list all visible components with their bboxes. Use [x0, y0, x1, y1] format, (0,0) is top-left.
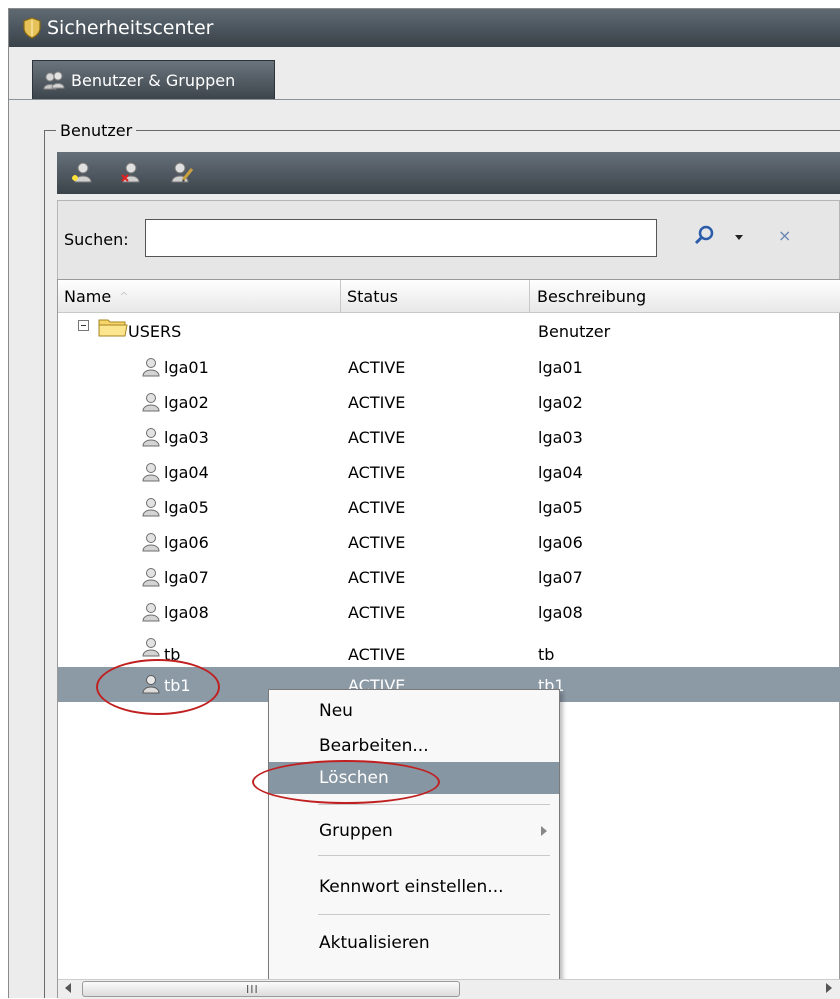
users-group-icon: [43, 71, 65, 89]
column-separator[interactable]: [340, 280, 341, 312]
sort-indicator: ^: [119, 289, 129, 303]
user-name: lga03: [164, 428, 209, 447]
menu-separator: [318, 804, 550, 805]
folder-icon: [98, 319, 128, 337]
user-name: lga08: [164, 603, 209, 622]
user-icon: [142, 358, 160, 377]
delete-user-icon[interactable]: [119, 160, 145, 186]
user-icon: [142, 638, 160, 657]
scroll-right-icon[interactable]: [826, 983, 832, 993]
user-icon: [142, 428, 160, 447]
user-status: ACTIVE: [348, 498, 406, 517]
user-description: lga01: [538, 358, 583, 377]
user-name: lga02: [164, 393, 209, 412]
user-description: lga08: [538, 603, 583, 622]
user-status: ACTIVE: [348, 603, 406, 622]
user-description: tb: [538, 645, 555, 664]
menu-item-bearbeiten[interactable]: Bearbeiten...: [269, 730, 559, 762]
user-name: lga04: [164, 463, 209, 482]
tab-label: Benutzer & Gruppen: [71, 71, 236, 90]
user-name: lga06: [164, 533, 209, 552]
menu-item-gruppen[interactable]: Gruppen: [269, 815, 559, 847]
tab-divider: [9, 99, 840, 100]
user-name: lga01: [164, 358, 209, 377]
edit-user-icon[interactable]: [169, 160, 195, 186]
clear-search-button[interactable]: ×: [778, 226, 791, 245]
chevron-right-icon: [541, 826, 547, 836]
menu-item-kennwort[interactable]: Kennwort einstellen...: [269, 871, 559, 903]
user-icon: [142, 498, 160, 517]
menu-separator: [318, 855, 550, 856]
column-header-status[interactable]: Status: [347, 280, 527, 312]
user-icon: [142, 463, 160, 482]
user-icon: [142, 533, 160, 552]
scrollbar-thumb[interactable]: [82, 981, 460, 997]
user-description: lga06: [538, 533, 583, 552]
user-status: ACTIVE: [348, 358, 406, 377]
chevron-down-icon[interactable]: [733, 231, 745, 243]
folder-description: Benutzer: [538, 322, 611, 341]
scroll-left-icon[interactable]: [65, 983, 71, 993]
column-header-name[interactable]: Name ^: [64, 280, 339, 312]
user-status: ACTIVE: [348, 568, 406, 587]
user-name: lga07: [164, 568, 209, 587]
menu-item-label: Gruppen: [319, 821, 393, 841]
user-name: lga05: [164, 498, 209, 517]
user-status: ACTIVE: [348, 393, 406, 412]
menu-separator: [318, 914, 550, 915]
user-description: lga04: [538, 463, 583, 482]
user-description: lga07: [538, 568, 583, 587]
user-description: lga03: [538, 428, 583, 447]
user-description: lga02: [538, 393, 583, 412]
highlight-ring: [252, 760, 440, 804]
tab-benutzer-gruppen[interactable]: Benutzer & Gruppen: [32, 60, 275, 100]
search-label: Suchen:: [64, 230, 129, 249]
user-toolbar: [57, 152, 840, 194]
menu-item-aktualisieren[interactable]: Aktualisieren: [269, 927, 559, 959]
user-icon: [142, 393, 160, 412]
highlight-ring: [96, 659, 220, 715]
user-status: ACTIVE: [348, 428, 406, 447]
user-status: ACTIVE: [348, 463, 406, 482]
menu-item-neu[interactable]: Neu: [269, 695, 559, 727]
shield-icon: [23, 17, 41, 39]
menu-item-label: Neu: [319, 701, 353, 721]
user-status: ACTIVE: [348, 645, 406, 664]
window-titlebar: Sicherheitscenter: [9, 9, 840, 47]
user-icon: [142, 603, 160, 622]
column-header-beschreibung[interactable]: Beschreibung: [537, 280, 827, 312]
user-icon: [142, 568, 160, 587]
collapse-icon[interactable]: [78, 320, 89, 331]
user-description: lga05: [538, 498, 583, 517]
search-icon[interactable]: [693, 224, 717, 248]
groupbox-legend: Benutzer: [56, 121, 137, 140]
menu-item-label: Bearbeiten...: [319, 736, 429, 756]
scrollbar-grip: III: [246, 983, 259, 996]
menu-item-label: Aktualisieren: [319, 933, 430, 953]
column-name-label: Name: [64, 286, 112, 306]
folder-name: USERS: [128, 322, 182, 341]
user-status: ACTIVE: [348, 533, 406, 552]
menu-item-label: Kennwort einstellen...: [319, 877, 504, 897]
add-user-icon[interactable]: [69, 160, 95, 186]
window-title: Sicherheitscenter: [47, 17, 214, 39]
column-separator[interactable]: [529, 280, 530, 312]
search-input[interactable]: [145, 219, 657, 257]
